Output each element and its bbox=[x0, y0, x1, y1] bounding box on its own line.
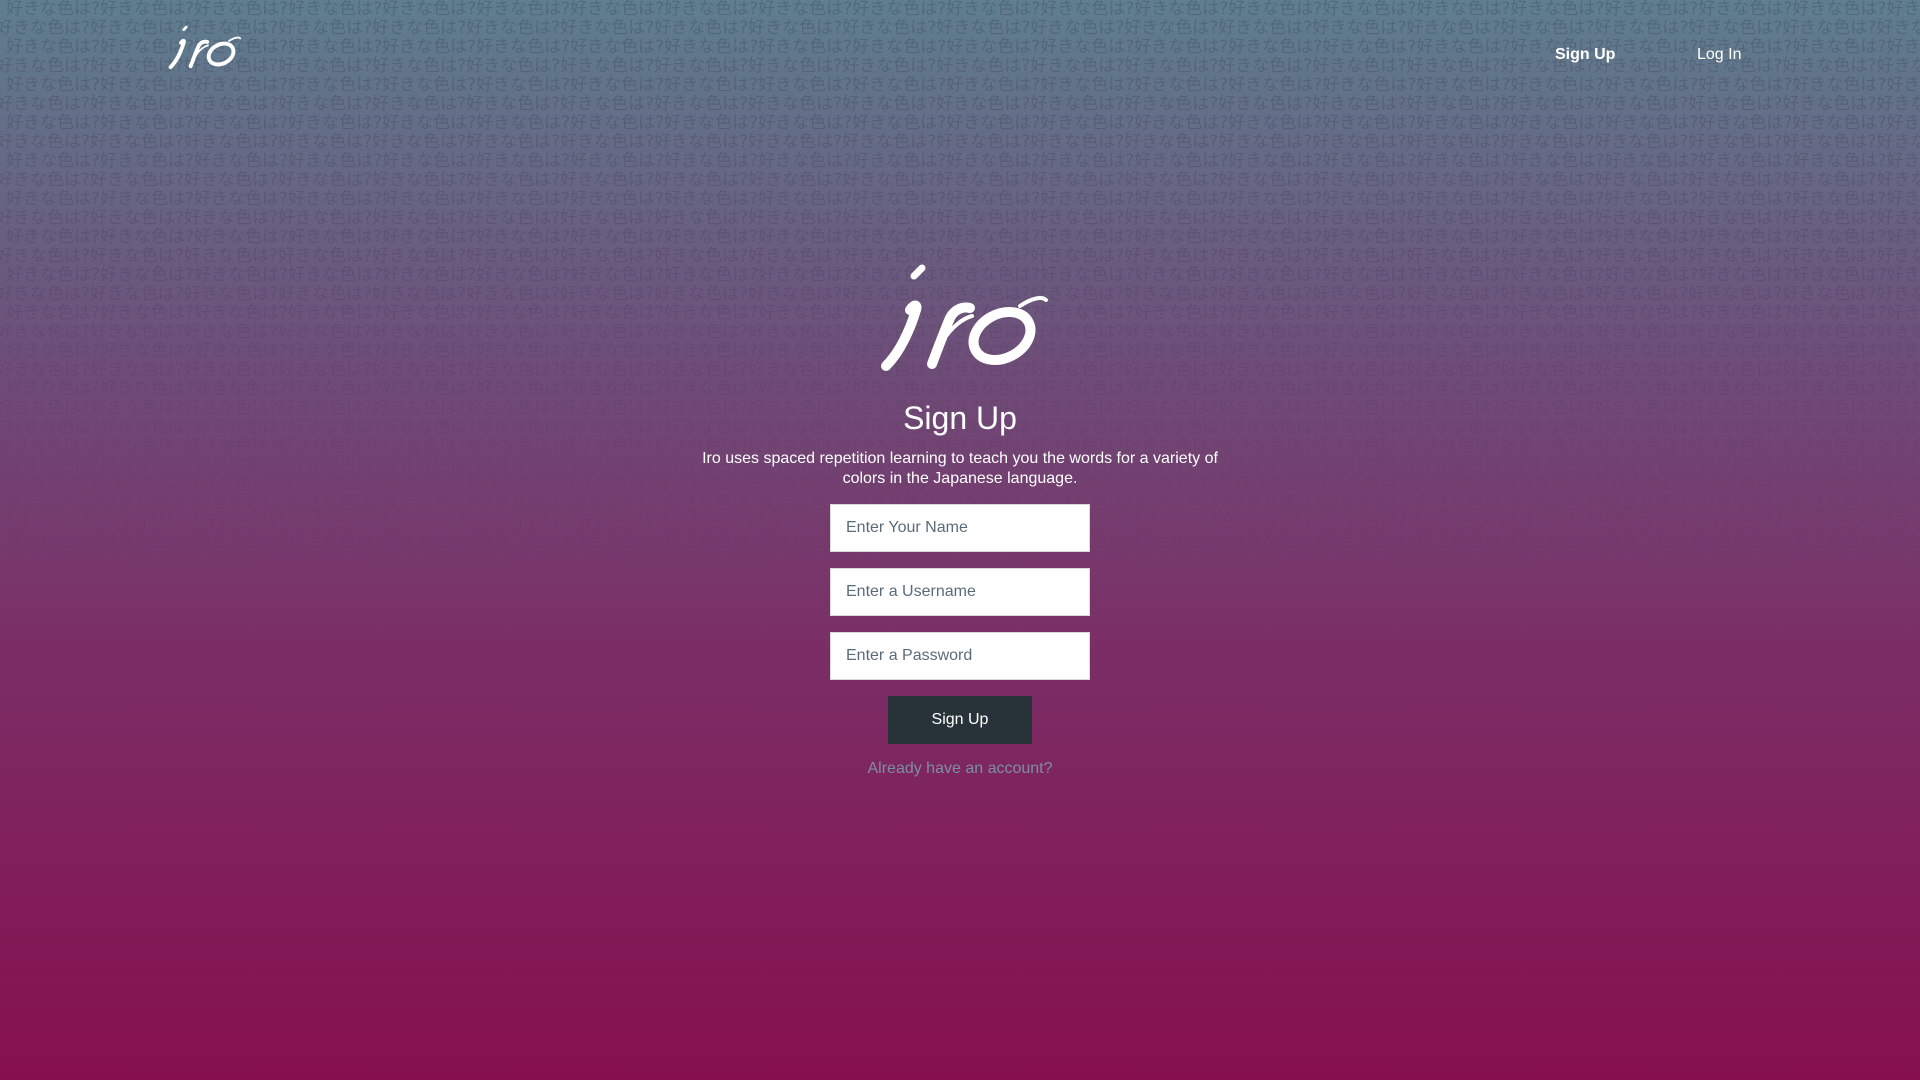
pattern-row: 好きな色は?好きな色は?好きな色は?好きな色は?好きな色は?好きな色は?好きな色… bbox=[6, 0, 1920, 19]
name-input[interactable] bbox=[830, 504, 1090, 552]
pattern-row: 好きな色は?好きな色は?好きな色は?好きな色は?好きな色は?好きな色は?好きな色… bbox=[0, 132, 1920, 152]
pattern-row: 好きな色は?好きな色は?好きな色は?好きな色は?好きな色は?好きな色は?好きな色… bbox=[6, 75, 1920, 95]
password-input[interactable] bbox=[830, 632, 1090, 680]
pattern-row: 好きな色は?好きな色は?好きな色は?好きな色は?好きな色は?好きな色は?好きな色… bbox=[0, 170, 1920, 190]
signup-submit-button[interactable]: Sign Up bbox=[888, 696, 1032, 744]
pattern-row: 好きな色は?好きな色は?好きな色は?好きな色は?好きな色は?好きな色は?好きな色… bbox=[6, 379, 1920, 399]
nav-login-link[interactable]: Log In bbox=[1697, 46, 1741, 64]
pattern-row: 好きな色は?好きな色は?好きな色は?好きな色は?好きな色は?好きな色は?好きな色… bbox=[0, 56, 1920, 76]
already-have-account-link[interactable]: Already have an account? bbox=[0, 760, 1920, 778]
pattern-row: 好きな色は?好きな色は?好きな色は?好きな色は?好きな色は?好きな色は?好きな色… bbox=[0, 550, 1920, 561]
username-input[interactable] bbox=[830, 568, 1090, 616]
nav-signup-link[interactable]: Sign Up bbox=[1555, 46, 1615, 64]
pattern-row: 好きな色は?好きな色は?好きな色は?好きな色は?好きな色は?好きな色は?好きな色… bbox=[6, 227, 1920, 247]
page-title: Sign Up bbox=[903, 400, 1017, 436]
main-iro-logo bbox=[881, 264, 1048, 371]
pattern-row: 好きな色は?好きな色は?好きな色は?好きな色は?好きな色は?好きな色は?好きな色… bbox=[0, 18, 1920, 38]
pattern-row: 好きな色は?好きな色は?好きな色は?好きな色は?好きな色は?好きな色は?好きな色… bbox=[6, 37, 1920, 57]
pattern-row: 好きな色は?好きな色は?好きな色は?好きな色は?好きな色は?好きな色は?好きな色… bbox=[6, 189, 1920, 209]
pattern-row: 好きな色は?好きな色は?好きな色は?好きな色は?好きな色は?好きな色は?好きな色… bbox=[6, 151, 1920, 171]
page-description: Iro uses spaced repetition learning to t… bbox=[702, 450, 1218, 487]
pattern-row: 好きな色は?好きな色は?好きな色は?好きな色は?好きな色は?好きな色は?好きな色… bbox=[6, 113, 1920, 133]
pattern-row: 好きな色は?好きな色は?好きな色は?好きな色は?好きな色は?好きな色は?好きな色… bbox=[0, 94, 1920, 114]
pattern-row: 好きな色は?好きな色は?好きな色は?好きな色は?好きな色は?好きな色は?好きな色… bbox=[0, 208, 1920, 228]
header-iro-logo[interactable] bbox=[168, 18, 242, 74]
